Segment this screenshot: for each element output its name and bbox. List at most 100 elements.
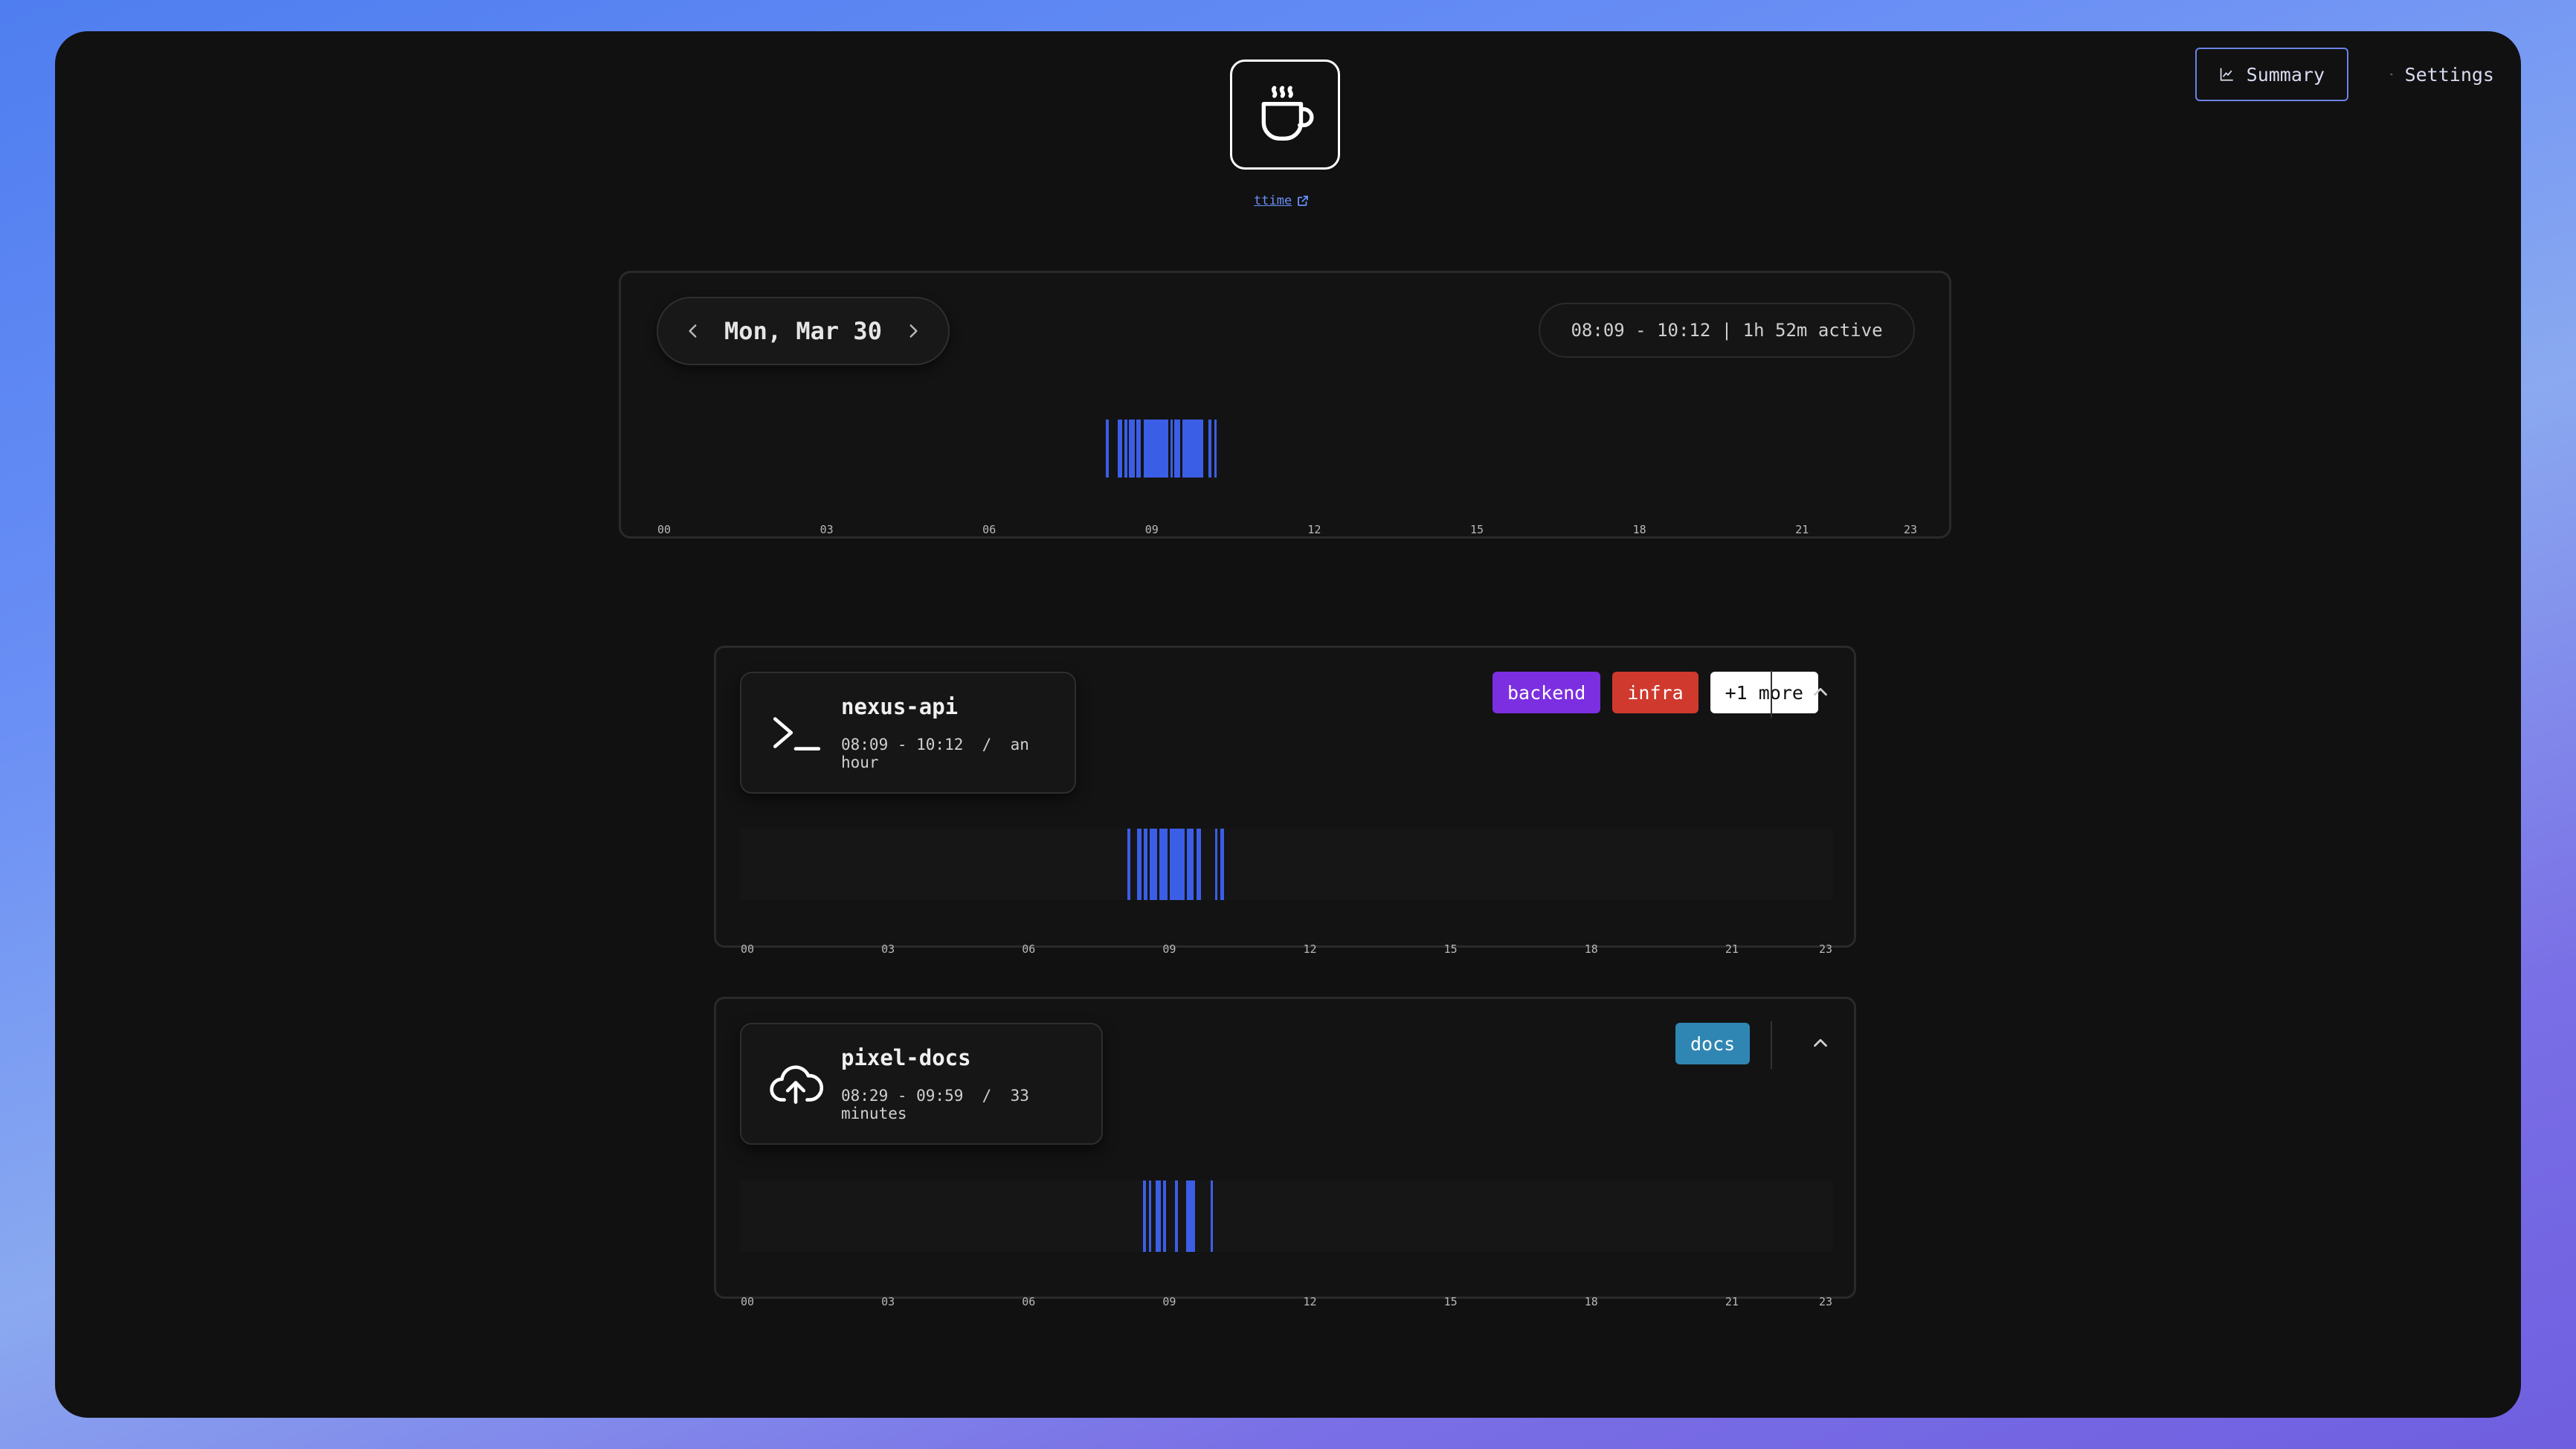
- activity-bar: [1182, 420, 1204, 478]
- project-info: nexus-api 08:09 - 10:12 / an hour: [740, 672, 1076, 794]
- activity-bar: [1174, 1180, 1179, 1252]
- cloud-upload-icon: [770, 1065, 823, 1104]
- divider: [1771, 1021, 1772, 1069]
- project-timeline: [740, 1180, 1833, 1252]
- hour-tick-label: 15: [1470, 523, 1484, 536]
- settings-button[interactable]: Settings: [2368, 48, 2517, 101]
- hour-tick-label: 00: [740, 942, 755, 956]
- settings-label: Settings: [2404, 63, 2494, 86]
- hour-tick-label: 21: [1795, 523, 1809, 536]
- activity-bar: [1148, 1180, 1152, 1252]
- hour-tick-label: 12: [1303, 1295, 1317, 1308]
- activity-bar: [1124, 420, 1128, 478]
- hour-tick-label: 06: [1022, 1295, 1036, 1308]
- external-link-icon: [1298, 196, 1309, 206]
- activity-bar: [1185, 1180, 1196, 1252]
- activity-bar: [1136, 829, 1142, 900]
- hour-tick-label: 00: [657, 523, 672, 536]
- active-time-summary: 08:09 - 10:12 | 1h 52m active: [1539, 303, 1915, 358]
- hour-tick-label: 23: [1818, 1295, 1833, 1308]
- tag-infra[interactable]: infra: [1612, 672, 1698, 713]
- day-overview-card: Mon, Mar 30 08:09 - 10:12 | 1h 52m activ…: [619, 271, 1951, 539]
- activity-bar: [1210, 1180, 1213, 1252]
- coffee-cup-icon: [1261, 86, 1314, 141]
- activity-bar: [1215, 829, 1218, 900]
- activity-bar: [1129, 420, 1135, 478]
- project-time-range: 08:29 - 09:59: [841, 1087, 964, 1105]
- date-navigator: Mon, Mar 30: [657, 297, 950, 365]
- hour-tick-label: 21: [1725, 1295, 1739, 1308]
- project-name: pixel-docs: [841, 1045, 971, 1070]
- sliders-icon: [2390, 73, 2393, 76]
- summary-label: Summary: [2246, 63, 2325, 86]
- current-date: Mon, Mar 30: [724, 317, 882, 345]
- tag-backend[interactable]: backend: [1493, 672, 1601, 713]
- project-tags: docs: [1675, 1023, 1751, 1064]
- project-card: pixel-docs 08:29 - 09:59 / 33 minutes do…: [714, 997, 1856, 1308]
- brand-link-text: ttime: [1254, 193, 1292, 208]
- activity-bar: [1171, 420, 1173, 478]
- hour-tick-label: 18: [1584, 1295, 1598, 1308]
- project-hour-ticks: 00 03 06 09 12 15 18 21 23: [741, 1295, 1832, 1310]
- activity-bar: [1105, 420, 1109, 478]
- activity-bar: [1170, 829, 1185, 900]
- hour-tick-label: 18: [1584, 942, 1598, 956]
- project-time: 08:09 - 10:12 / an hour: [841, 736, 1029, 771]
- activity-bar: [1136, 420, 1142, 478]
- app-window: Summary Settings ttime Mon, Mar 30 08:09…: [55, 31, 2521, 1418]
- project-name: nexus-api: [841, 694, 959, 719]
- terminal-icon: [773, 717, 821, 751]
- chart-icon: [2220, 68, 2233, 81]
- hour-tick-label: 21: [1725, 942, 1739, 956]
- chevron-left-icon[interactable]: [683, 321, 703, 341]
- hour-tick-label: 15: [1443, 942, 1458, 956]
- activity-bar: [1117, 420, 1122, 478]
- chevron-up-icon[interactable]: [1809, 681, 1832, 703]
- chevron-up-icon[interactable]: [1809, 1032, 1832, 1054]
- hour-tick-label: 06: [1022, 942, 1036, 956]
- chevron-right-icon[interactable]: [904, 321, 923, 341]
- activity-bar: [1143, 420, 1168, 478]
- project-info: pixel-docs 08:29 - 09:59 / 33 minutes: [740, 1023, 1103, 1145]
- hour-tick-label: 03: [881, 942, 895, 956]
- hour-tick-label: 03: [881, 1295, 895, 1308]
- hour-tick-label: 09: [1144, 523, 1159, 536]
- activity-bar: [1196, 829, 1201, 900]
- activity-bar: [1159, 829, 1168, 900]
- activity-bar: [1149, 829, 1158, 900]
- divider: [1771, 670, 1772, 718]
- activity-bar: [1186, 829, 1194, 900]
- hour-tick-label: 06: [982, 523, 996, 536]
- app-logo: [1230, 60, 1340, 170]
- hour-tick-label: 09: [1162, 1295, 1176, 1308]
- hour-tick-label: 12: [1307, 523, 1321, 536]
- activity-bar: [1162, 1180, 1166, 1252]
- project-tags: backend infra +1 more: [1493, 672, 1818, 713]
- tag-docs[interactable]: docs: [1675, 1023, 1751, 1064]
- hour-tick-label: 12: [1303, 942, 1317, 956]
- activity-bar: [1156, 1180, 1161, 1252]
- hour-tick-label: 15: [1443, 1295, 1458, 1308]
- hour-tick-label: 00: [740, 1295, 755, 1308]
- brand-link[interactable]: ttime: [1254, 193, 1310, 208]
- project-hour-ticks: 00 03 06 09 12 15 18 21 23: [741, 942, 1832, 957]
- activity-bar: [1127, 829, 1131, 900]
- summary-button[interactable]: Summary: [2195, 48, 2348, 101]
- activity-bar: [1214, 420, 1217, 478]
- activity-bar: [1220, 829, 1224, 900]
- activity-bar: [1208, 420, 1211, 478]
- hour-tick-label: 23: [1818, 942, 1833, 956]
- activity-bar: [1174, 420, 1180, 478]
- day-timeline: [664, 420, 1910, 478]
- hour-tick-label: 18: [1632, 523, 1646, 536]
- project-card: nexus-api 08:09 - 10:12 / an hour backen…: [714, 646, 1856, 956]
- day-hour-ticks: 00 03 06 09 12 15 18 21 23: [657, 523, 1917, 538]
- hour-tick-label: 23: [1903, 523, 1918, 536]
- hour-tick-label: 03: [820, 523, 834, 536]
- activity-bar: [1144, 829, 1148, 900]
- project-time: 08:29 - 09:59 / 33 minutes: [841, 1087, 1029, 1122]
- tag-more[interactable]: +1 more: [1710, 672, 1818, 713]
- hour-tick-label: 09: [1162, 942, 1176, 956]
- project-timeline: [740, 829, 1833, 900]
- project-time-range: 08:09 - 10:12: [841, 736, 964, 754]
